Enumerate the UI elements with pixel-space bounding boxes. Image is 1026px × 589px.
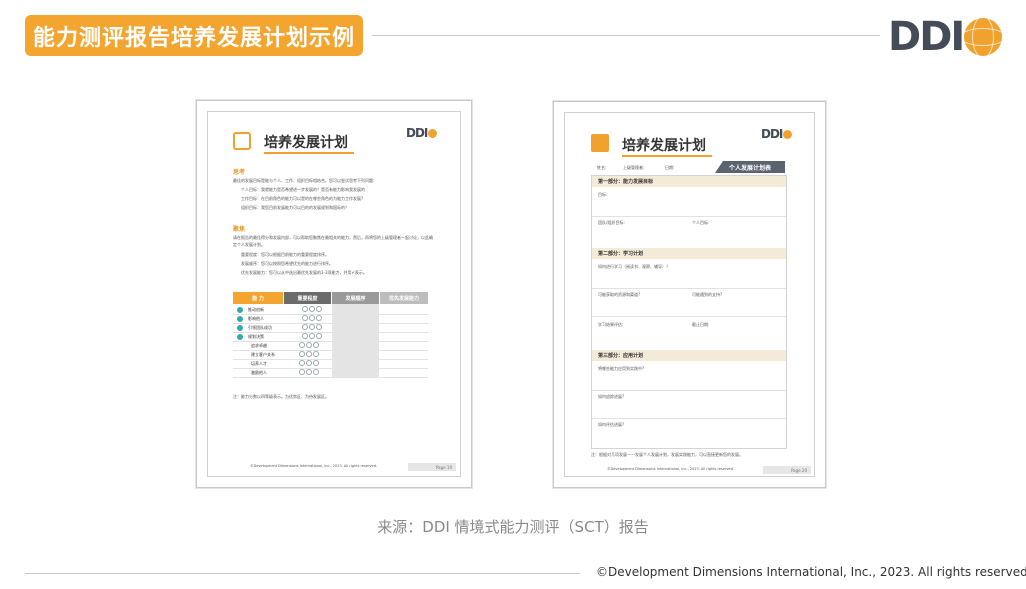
left-page-title: 培养发展计划 bbox=[264, 135, 348, 151]
divider bbox=[592, 288, 786, 289]
plan-tab: 个人发展计划表 bbox=[715, 161, 785, 173]
form-field-label: 将哪些能力应用到实践中? bbox=[598, 366, 645, 371]
form-field-label: 如何追踪进展? bbox=[598, 394, 625, 399]
page-title: 能力测评报告培养发展计划示例 bbox=[32, 25, 355, 51]
table-header: 重要程度 bbox=[284, 292, 331, 304]
right-report-page: 培养发展计划 DDI 姓名: 上级管理者: 日期: 个人发展计划表 第一部分：能… bbox=[553, 101, 826, 488]
left-report-page: 培养发展计划 DDI 思考 最佳的发展目标是能与个人、工作、组织目标相结合。您可… bbox=[196, 100, 472, 488]
divider bbox=[592, 216, 786, 217]
plan-icon bbox=[591, 134, 609, 152]
plan-form: 第一部分：能力发展目标 目标: 团队/组织目标: 个人目标: 第二部分：学习计划… bbox=[591, 175, 787, 449]
section-focus-intro: 请在报告的最佳得分和发展内部，可以帮助您聚焦在最相关的能力，然后，再将您的上级管… bbox=[233, 235, 433, 247]
meta-date: 日期: bbox=[665, 165, 675, 170]
title-divider bbox=[372, 35, 880, 36]
section-focus-title: 聚焦 bbox=[233, 226, 246, 233]
meta-name: 姓名: bbox=[597, 165, 607, 170]
right-page-title: 培养发展计划 bbox=[622, 138, 706, 154]
section-think-title: 思考 bbox=[233, 169, 246, 176]
form-field-label: 学习结果评估: bbox=[598, 322, 624, 327]
focus-item: 优先发展能力：您可以从中选出最优先发展的1-3项能力，并用✔表示。 bbox=[241, 270, 367, 275]
form-field-label: 个人目标: bbox=[692, 220, 710, 225]
left-page-number: Page 19 bbox=[408, 463, 456, 471]
think-item: 个人目标：我就能力是否希望进一步发展的？是否有能力影响我发展的 bbox=[241, 187, 365, 192]
table-header: 能 力 bbox=[233, 292, 283, 304]
right-page-number: Page 20 bbox=[763, 466, 811, 474]
globe-icon bbox=[964, 18, 1003, 56]
title-underline bbox=[264, 152, 354, 154]
table-footnote: 注：能力分数以四等级表示。为优势区、为待发展区。 bbox=[233, 394, 329, 399]
footer-copyright: ©Development Dimensions International, I… bbox=[596, 565, 1026, 579]
title-banner: 能力测评报告培养发展计划示例 bbox=[25, 15, 363, 56]
plan-icon bbox=[233, 132, 251, 150]
divider bbox=[592, 390, 786, 391]
table-header: 发展顺序 bbox=[332, 292, 379, 304]
footer-divider bbox=[25, 573, 580, 574]
form-field-label: 团队/组织目标: bbox=[598, 220, 625, 225]
logo-text: DDI bbox=[888, 14, 965, 60]
think-item: 工作目标：在目前角色的能力可以是的在哪些角色的为能力工作发展? bbox=[241, 196, 364, 201]
competency-table: 能 力 重要程度 发展顺序 优先发展能力 推动创新 影响他人 引领团队成功 规划… bbox=[233, 292, 428, 388]
right-page-footnote: 注：根据对几项发展——发展个人发展计划，发展实践能力，可以直接更新您的发展。 bbox=[591, 452, 743, 457]
form-field-label: 可能遇到的支持? bbox=[692, 292, 723, 297]
right-mini-logo: DDI bbox=[761, 127, 793, 141]
left-mini-logo: DDI bbox=[406, 126, 438, 140]
table-row: 激励他人 bbox=[233, 368, 428, 378]
divider bbox=[592, 316, 786, 317]
focus-item: 重要程度：您可以根据目前能力的重要程度排序。 bbox=[241, 252, 329, 257]
meta-manager: 上级管理者: bbox=[623, 165, 645, 170]
divider bbox=[592, 418, 786, 419]
section-think-intro: 最佳的发展目标是能与个人、工作、组织目标相结合。您可以尝试思考下列问题: bbox=[233, 178, 375, 183]
ddi-logo: DDI bbox=[888, 14, 1003, 60]
form-field-label: 如何进行学习（阅读书、观察、辅导）？ bbox=[598, 264, 670, 269]
table-header: 优先发展能力 bbox=[380, 292, 428, 304]
think-item: 组织目标：我您目前发展能力可以目的的发展规划和国际的？ bbox=[241, 205, 349, 210]
part2-header: 第二部分：学习计划 bbox=[592, 248, 786, 259]
focus-item: 发展顺序：您可以按照您希望优先的能力进行排序。 bbox=[241, 261, 333, 266]
left-page-copyright: ©Development Dimensions International, I… bbox=[250, 464, 378, 468]
form-field-label: 可能获取的资源和渠道? bbox=[598, 292, 641, 297]
right-page-copyright: ©Development Dimensions International, I… bbox=[607, 467, 735, 471]
form-field-label: 目标: bbox=[598, 192, 608, 197]
form-field-label: 如何评估进展? bbox=[598, 422, 625, 427]
source-caption: 来源：DDI 情境式能力测评（SCT）报告 bbox=[377, 518, 649, 536]
form-field-label: 截止日期: bbox=[692, 322, 710, 327]
title-underline bbox=[622, 155, 712, 157]
part3-header: 第三部分：应用计划 bbox=[592, 350, 786, 361]
part1-header: 第一部分：能力发展目标 bbox=[592, 176, 786, 187]
